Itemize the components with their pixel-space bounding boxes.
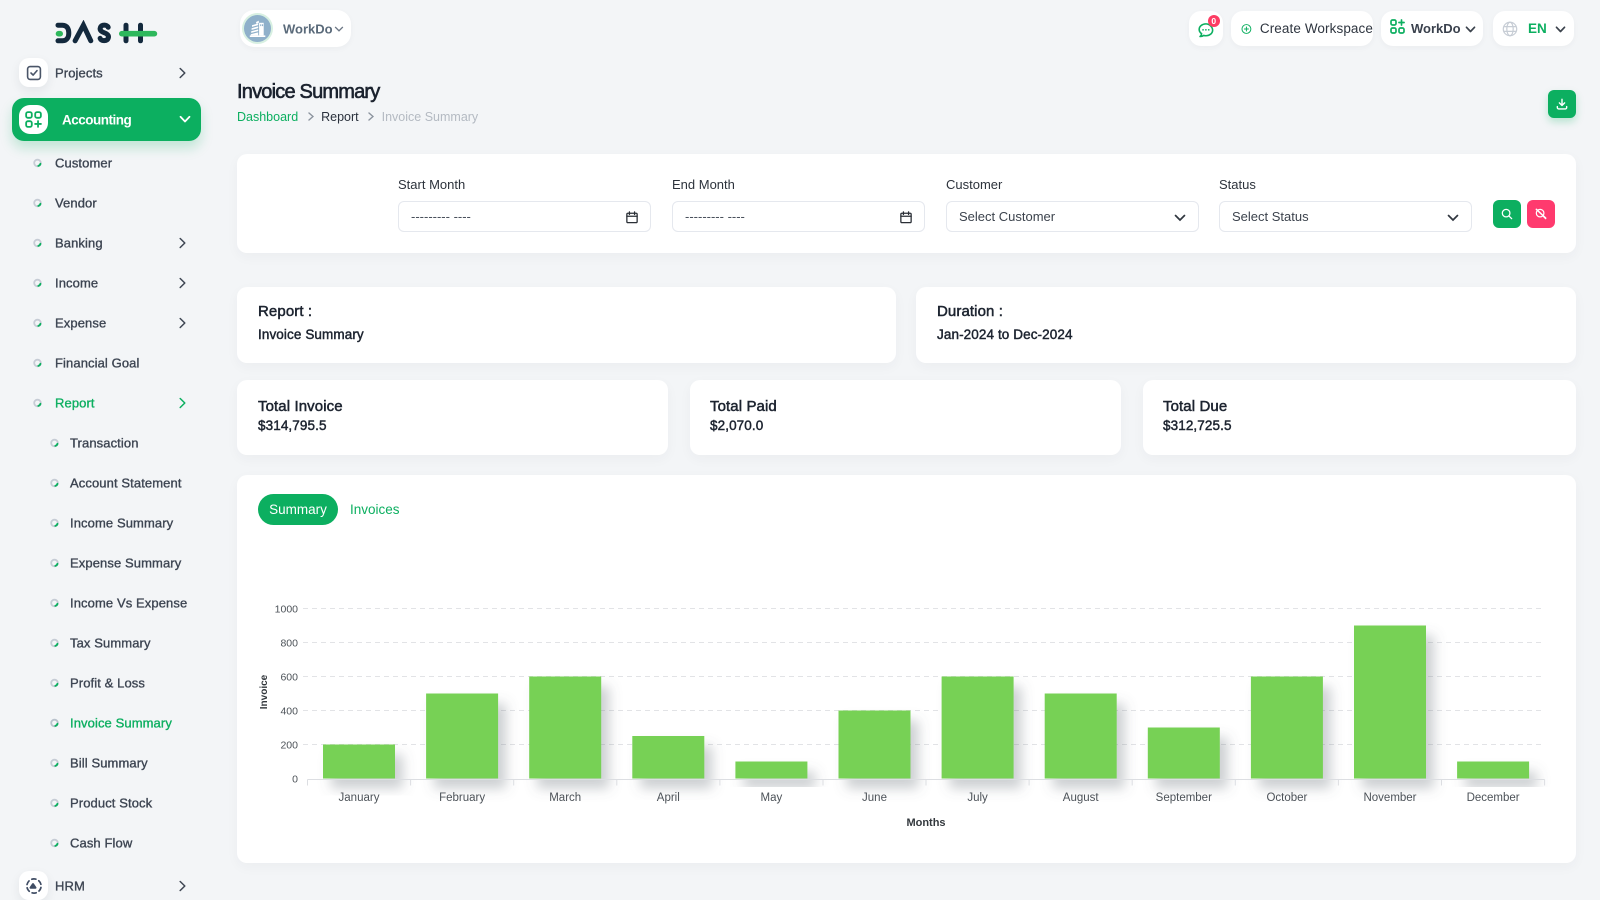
svg-text:September: September xyxy=(1156,792,1212,804)
svg-text:200: 200 xyxy=(280,739,298,751)
svg-text:0: 0 xyxy=(292,773,298,785)
svg-text:1000: 1000 xyxy=(275,603,299,615)
svg-text:November: November xyxy=(1363,792,1416,804)
svg-text:800: 800 xyxy=(280,637,298,649)
svg-text:August: August xyxy=(1063,792,1100,804)
svg-text:June: June xyxy=(862,792,887,804)
svg-text:April: April xyxy=(657,792,680,804)
svg-text:October: October xyxy=(1266,792,1307,804)
svg-text:Months: Months xyxy=(906,817,945,829)
svg-text:July: July xyxy=(967,792,988,804)
svg-text:December: December xyxy=(1467,792,1520,804)
svg-text:February: February xyxy=(439,792,485,804)
svg-text:May: May xyxy=(761,792,783,804)
svg-text:Invoice: Invoice xyxy=(259,674,270,709)
svg-text:January: January xyxy=(339,792,380,804)
svg-text:600: 600 xyxy=(280,671,298,683)
svg-text:400: 400 xyxy=(280,705,298,717)
svg-text:March: March xyxy=(549,792,581,804)
